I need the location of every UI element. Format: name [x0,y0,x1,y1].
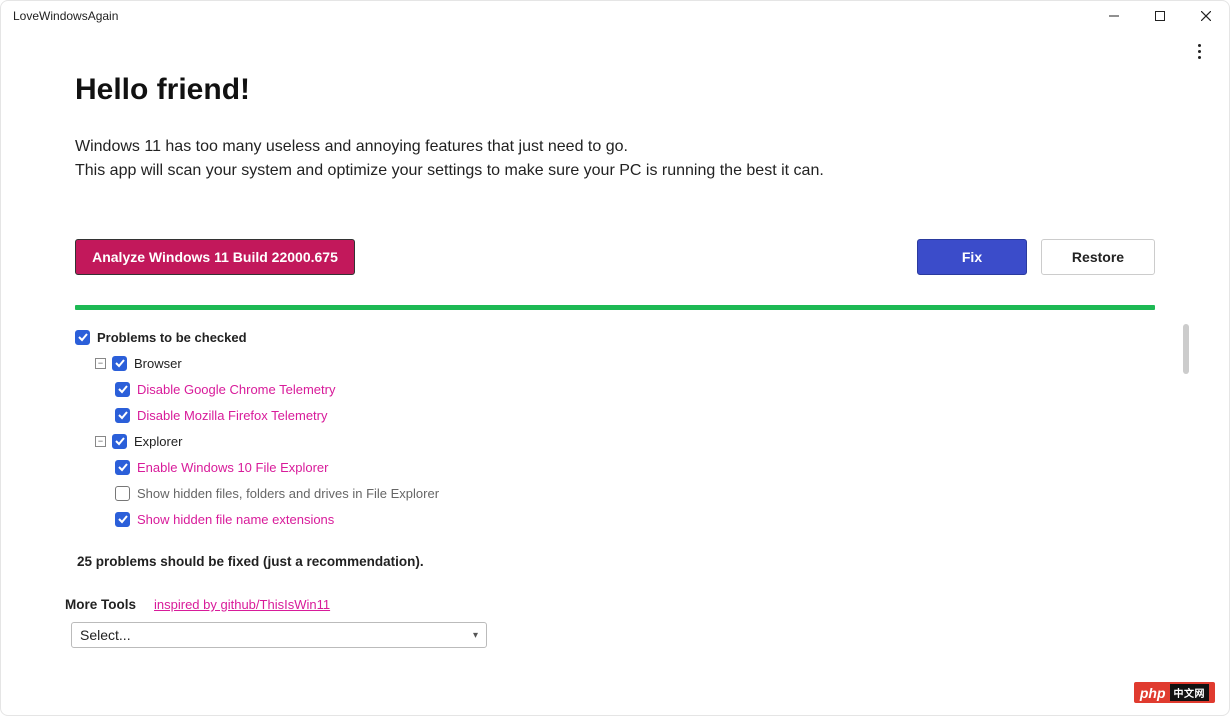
tree-group-explorer[interactable]: − Explorer [75,428,1155,454]
maximize-icon [1155,11,1165,21]
analyze-button[interactable]: Analyze Windows 11 Build 22000.675 [75,239,355,275]
tree-group-label: Explorer [133,434,182,449]
tree-root[interactable]: Problems to be checked [75,324,1155,350]
check-icon [118,410,128,420]
titlebar: LoveWindowsAgain [1,1,1229,31]
check-icon [115,436,125,446]
checkbox-item[interactable] [115,408,130,423]
kebab-area [1,31,1229,63]
more-menu-button[interactable] [1189,39,1209,63]
kebab-dot-icon [1198,50,1201,53]
watermark-suffix: 中文网 [1170,684,1210,701]
summary-text: 25 problems should be fixed (just a reco… [77,554,1155,569]
tree-item-label: Disable Mozilla Firefox Telemetry [136,408,328,423]
more-tools-label: More Tools [65,597,136,612]
right-button-group: Fix Restore [917,239,1155,275]
kebab-dot-icon [1198,56,1201,59]
scrollbar-thumb[interactable] [1183,324,1189,374]
check-icon [115,358,125,368]
select-placeholder: Select... [80,627,131,643]
tree-item[interactable]: Show hidden file name extensions [75,506,1155,532]
problems-tree-area: Problems to be checked − Browser Disable… [75,324,1155,532]
check-icon [78,332,88,342]
minimize-button[interactable] [1091,1,1137,31]
check-icon [118,462,128,472]
tree-item[interactable]: Show hidden files, folders and drives in… [75,480,1155,506]
minimize-icon [1109,11,1119,21]
close-button[interactable] [1183,1,1229,31]
restore-button[interactable]: Restore [1041,239,1155,275]
tree-item-label: Disable Google Chrome Telemetry [136,382,335,397]
progress-bar [75,305,1155,310]
intro-line: This app will scan your system and optim… [75,159,1155,183]
tree-root-label: Problems to be checked [96,330,247,345]
page-title: Hello friend! [75,73,1155,107]
checkbox-item[interactable] [115,460,130,475]
watermark-text: php [1140,685,1166,701]
checkbox-item[interactable] [115,486,130,501]
tree-item-label: Show hidden file name extensions [136,512,334,527]
window-title: LoveWindowsAgain [13,9,118,23]
action-row: Analyze Windows 11 Build 22000.675 Fix R… [75,239,1155,275]
inspired-link[interactable]: inspired by github/ThisIsWin11 [154,597,330,612]
more-tools-row: More Tools inspired by github/ThisIsWin1… [65,597,1155,612]
collapse-icon[interactable]: − [95,436,106,447]
tree-group-browser[interactable]: − Browser [75,350,1155,376]
check-icon [118,514,128,524]
tree-item[interactable]: Enable Windows 10 File Explorer [75,454,1155,480]
checkbox-root[interactable] [75,330,90,345]
intro-text: Windows 11 has too many useless and anno… [75,135,1155,183]
watermark: php 中文网 [1134,682,1215,703]
main-content: Hello friend! Windows 11 has too many us… [1,63,1229,715]
fix-button[interactable]: Fix [917,239,1027,275]
app-window: LoveWindowsAgain Hello friend! Windows 1… [0,0,1230,716]
chevron-down-icon: ▾ [473,630,478,641]
checkbox-item[interactable] [115,512,130,527]
tree-group-label: Browser [133,356,182,371]
maximize-button[interactable] [1137,1,1183,31]
collapse-icon[interactable]: − [95,358,106,369]
intro-line: Windows 11 has too many useless and anno… [75,135,1155,159]
checkbox-item[interactable] [115,382,130,397]
problems-tree: Problems to be checked − Browser Disable… [75,324,1155,532]
more-tools-select[interactable]: Select... ▾ [71,622,487,648]
kebab-dot-icon [1198,44,1201,47]
checkbox-group[interactable] [112,356,127,371]
tree-item-label: Show hidden files, folders and drives in… [136,486,439,501]
close-icon [1201,11,1211,21]
check-icon [118,384,128,394]
tree-item[interactable]: Disable Google Chrome Telemetry [75,376,1155,402]
tree-item[interactable]: Disable Mozilla Firefox Telemetry [75,402,1155,428]
window-controls [1091,1,1229,31]
tree-item-label: Enable Windows 10 File Explorer [136,460,328,475]
checkbox-group[interactable] [112,434,127,449]
